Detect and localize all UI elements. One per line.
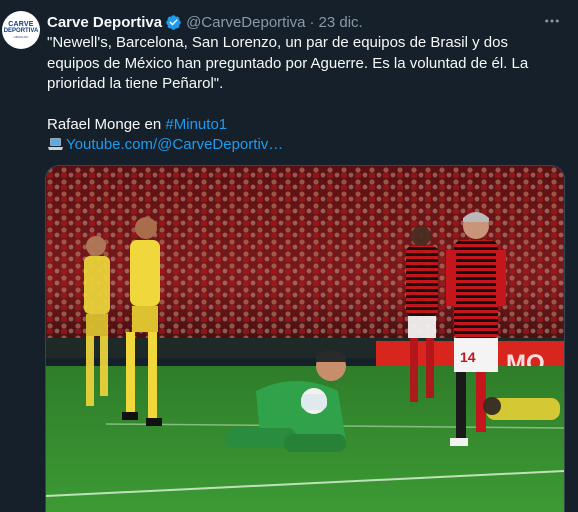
- author-name[interactable]: Carve Deportiva: [47, 14, 162, 31]
- shirt-number: 14: [460, 349, 476, 365]
- author-handle[interactable]: @CarveDeportiva: [186, 14, 305, 31]
- verified-badge-icon[interactable]: [165, 14, 182, 31]
- avatar-text-line: URUGUAY: [13, 35, 29, 39]
- tweet-header: Carve Deportiva @CarveDeportiva · 23 dic…: [47, 11, 363, 33]
- tweet[interactable]: CARVE DEPORTIVA URUGUAY Carve Deportiva …: [0, 0, 578, 512]
- more-options-icon[interactable]: [542, 11, 562, 31]
- tweet-media-photo[interactable]: MO 14: [45, 165, 565, 512]
- tweet-credit: Rafael Monge en #Minuto1: [47, 115, 547, 136]
- separator-dot: ·: [309, 13, 315, 31]
- avatar[interactable]: CARVE DEPORTIVA URUGUAY: [2, 11, 40, 49]
- youtube-link[interactable]: Youtube.com/@CarveDeportiv…: [66, 136, 283, 153]
- tweet-text: "Newell's, Barcelona, San Lorenzo, un pa…: [47, 33, 547, 156]
- tweet-quote: "Newell's, Barcelona, San Lorenzo, un pa…: [47, 34, 529, 92]
- match-photo: MO 14: [46, 166, 564, 512]
- avatar-text-line: CARVE: [8, 21, 34, 28]
- tweet-date[interactable]: 23 dic.: [319, 14, 363, 31]
- tweet-link-line: Youtube.com/@CarveDeportiv…: [47, 135, 547, 156]
- hashtag-link[interactable]: #Minuto1: [165, 116, 227, 133]
- credit-text: Rafael Monge en: [47, 115, 166, 133]
- avatar-text-line: DEPORTIVA: [3, 28, 39, 34]
- laptop-emoji-icon: [48, 138, 63, 150]
